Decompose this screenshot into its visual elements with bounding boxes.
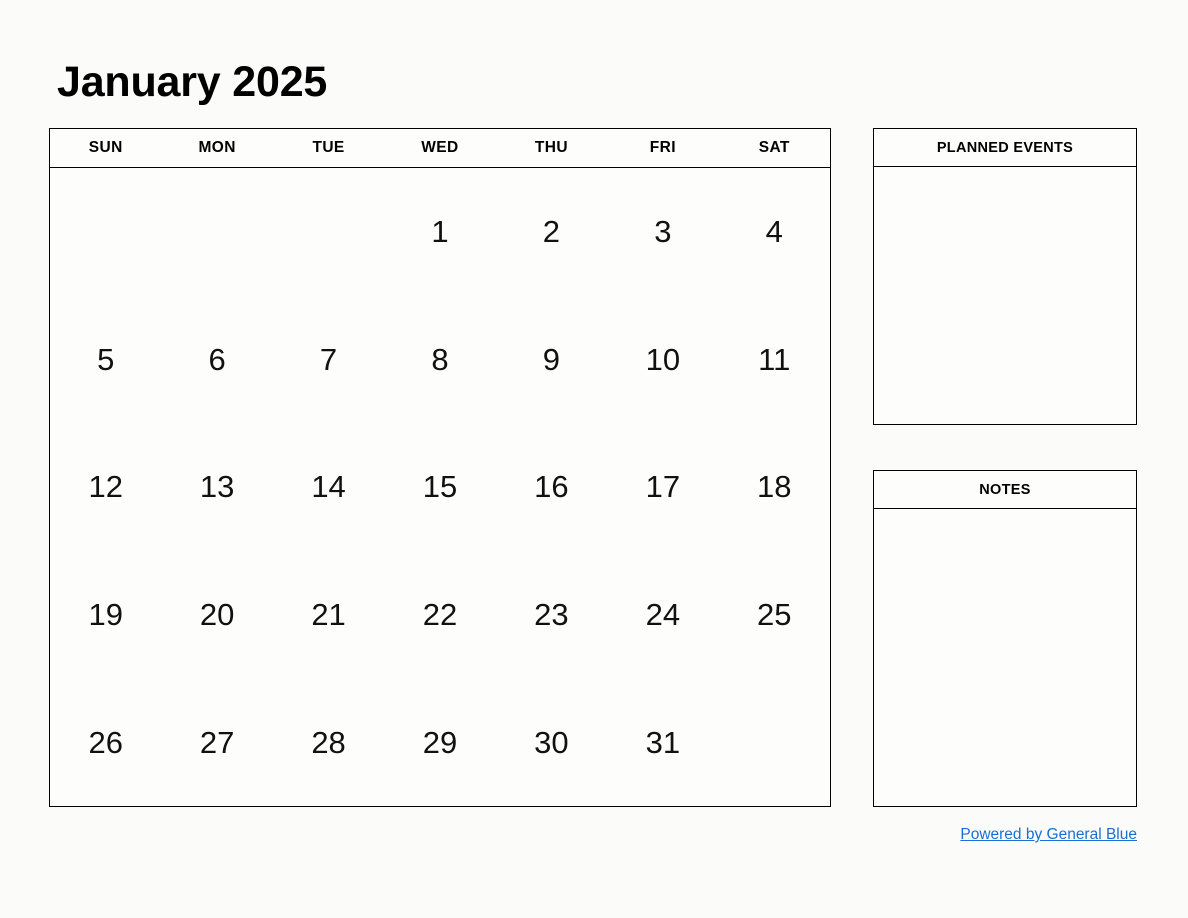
- calendar-weeks: 1 2 3 4 5 6 7 8 9 10 11 12 13 14 15 16 1…: [50, 168, 830, 806]
- notes-writing-area[interactable]: [874, 509, 1136, 806]
- calendar-week-row: 26 27 28 29 30 31: [50, 678, 830, 806]
- day-cell[interactable]: 11: [719, 296, 830, 424]
- planned-events-title: PLANNED EVENTS: [874, 129, 1136, 167]
- day-cell[interactable]: 29: [384, 678, 495, 806]
- weekday-header-sun: SUN: [88, 139, 123, 156]
- day-cell[interactable]: 3: [607, 168, 718, 296]
- day-cell[interactable]: 9: [496, 296, 607, 424]
- day-cell[interactable]: 18: [719, 423, 830, 551]
- day-cell[interactable]: 22: [384, 551, 495, 679]
- day-cell[interactable]: 2: [496, 168, 607, 296]
- day-cell[interactable]: 12: [50, 423, 161, 551]
- day-cell[interactable]: 27: [161, 678, 272, 806]
- calendar-grid: SUN MON TUE WED THU FRI SAT 1 2 3 4 5 6 …: [49, 128, 831, 807]
- planned-events-panel: PLANNED EVENTS: [873, 128, 1137, 425]
- day-cell[interactable]: 25: [719, 551, 830, 679]
- page-title: January 2025: [57, 58, 328, 106]
- weekday-header-fri: FRI: [649, 139, 676, 156]
- weekday-header-sat: SAT: [758, 139, 790, 156]
- day-cell[interactable]: 14: [273, 423, 384, 551]
- day-cell[interactable]: 20: [161, 551, 272, 679]
- day-cell[interactable]: 6: [161, 296, 272, 424]
- day-cell[interactable]: 15: [384, 423, 495, 551]
- day-cell[interactable]: 1: [384, 168, 495, 296]
- footer: Powered by General Blue: [873, 826, 1137, 844]
- calendar-week-row: 1 2 3 4: [50, 168, 830, 296]
- day-cell[interactable]: 5: [50, 296, 161, 424]
- day-cell[interactable]: 24: [607, 551, 718, 679]
- day-cell[interactable]: 8: [384, 296, 495, 424]
- day-cell[interactable]: 7: [273, 296, 384, 424]
- day-cell[interactable]: [50, 168, 161, 296]
- day-cell[interactable]: [719, 678, 830, 806]
- calendar-week-row: 5 6 7 8 9 10 11: [50, 296, 830, 424]
- day-cell[interactable]: 13: [161, 423, 272, 551]
- weekday-header-wed: WED: [421, 139, 459, 156]
- weekday-header-row: SUN MON TUE WED THU FRI SAT: [50, 129, 830, 168]
- day-cell[interactable]: [273, 168, 384, 296]
- day-cell[interactable]: 19: [50, 551, 161, 679]
- calendar-week-row: 12 13 14 15 16 17 18: [50, 423, 830, 551]
- notes-panel: NOTES: [873, 470, 1137, 807]
- day-cell[interactable]: 28: [273, 678, 384, 806]
- day-cell[interactable]: 23: [496, 551, 607, 679]
- powered-by-general-blue-link[interactable]: Powered by General Blue: [960, 826, 1137, 843]
- planned-events-writing-area[interactable]: [874, 167, 1136, 424]
- day-cell[interactable]: 31: [607, 678, 718, 806]
- day-cell[interactable]: 4: [719, 168, 830, 296]
- calendar-week-row: 19 20 21 22 23 24 25: [50, 551, 830, 679]
- day-cell[interactable]: 17: [607, 423, 718, 551]
- day-cell[interactable]: 30: [496, 678, 607, 806]
- weekday-header-tue: TUE: [312, 139, 345, 156]
- day-cell[interactable]: 26: [50, 678, 161, 806]
- day-cell[interactable]: 16: [496, 423, 607, 551]
- weekday-header-thu: THU: [534, 139, 568, 156]
- notes-title: NOTES: [874, 471, 1136, 509]
- day-cell[interactable]: 21: [273, 551, 384, 679]
- day-cell[interactable]: [161, 168, 272, 296]
- day-cell[interactable]: 10: [607, 296, 718, 424]
- weekday-header-mon: MON: [198, 139, 236, 156]
